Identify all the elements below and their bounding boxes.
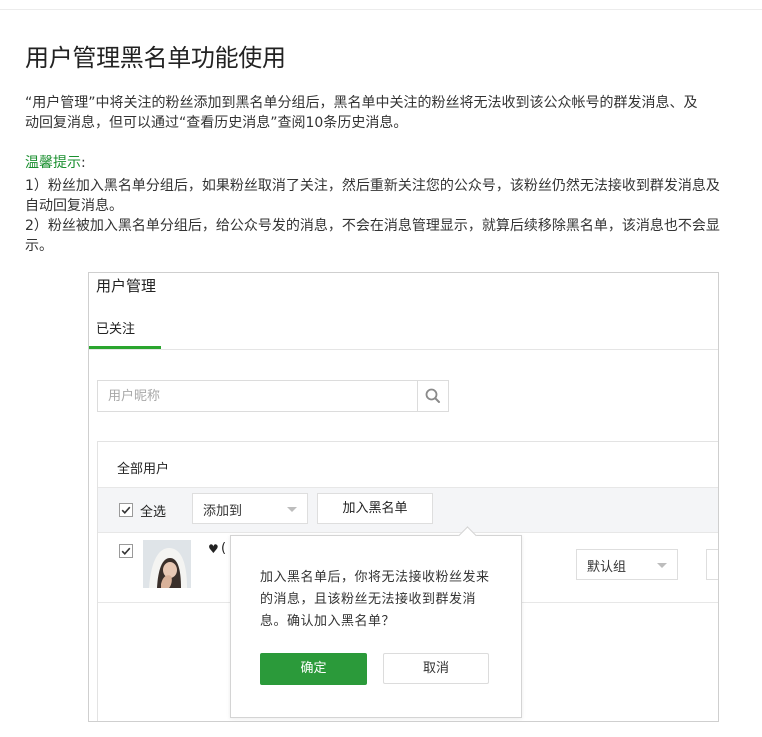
search-input[interactable] [98,381,416,411]
add-to-blacklist-button[interactable]: 加入黑名单 [317,493,433,524]
tip-title: 温馨提示 [25,155,81,171]
chevron-down-icon [657,563,667,568]
group-label: 默认组 [587,560,627,575]
cancel-button[interactable]: 取消 [383,653,489,684]
select-all-label[interactable]: 全选 [140,501,166,520]
search-icon [425,388,440,403]
list-toolbar: 全选 添加到 加入黑名单 [98,487,718,533]
check-icon [121,547,131,555]
user-row-checkbox[interactable] [119,544,133,558]
confirm-button[interactable]: 确定 [260,653,367,685]
nickname-heart: ♥ [208,542,219,556]
select-all-checkbox[interactable] [119,503,133,517]
edit-note-button[interactable]: 修 [706,549,718,580]
tip-2-line-1: 2）粉丝被加入黑名单分组后，给公众号发的消息，不会在消息管理显示，就算后续移除黑… [25,218,720,234]
page-title: 用户管理黑名单功能使用 [25,44,286,72]
tip-heading: 温馨提示: [25,153,86,173]
check-icon [121,506,131,514]
tab-followed[interactable]: 已关注 [96,318,135,337]
search-button[interactable] [417,380,449,412]
chevron-down-icon [287,507,297,512]
popover-message: 加入黑名单后，你将无法接收粉丝发来的消息，且该粉丝无法接收到群发消息。确认加入黑… [260,570,490,629]
search-box [97,380,419,412]
add-to-dropdown[interactable]: 添加到 [192,493,308,524]
intro-paragraph-line-1: “用户管理”中将关注的粉丝添加到黑名单分组后，黑名单中关注的粉丝将无法收到该公众… [25,95,698,111]
add-to-label: 添加到 [203,504,243,519]
avatar[interactable] [143,540,191,588]
section-title: 用户管理 [96,277,157,295]
blacklist-confirm-popover: 加入黑名单后，你将无法接收粉丝发来的消息，且该粉丝无法接收到群发消息。确认加入黑… [230,526,522,718]
tip-1-line-2: 自动回复消息。 [25,198,123,214]
group-dropdown[interactable]: 默认组 [576,549,678,580]
all-users-heading: 全部用户 [117,462,170,477]
nickname-partial: ( [221,541,227,556]
tip-1-line-1: 1）粉丝加入黑名单分组后，如果粉丝取消了关注，然后重新关注您的公众号，该粉丝仍然… [25,178,720,194]
tip-2-line-2: 示。 [25,238,53,254]
top-divider [0,9,762,10]
avatar-image [143,540,191,588]
tab-divider [89,349,718,350]
user-management-screenshot: 用户管理 已关注 全部用户 全选 添加到 加入黑名单 [88,272,719,722]
intro-paragraph-line-2: 动回复消息，但可以通过“查看历史消息”查阅10条历史消息。 [25,115,408,131]
tip-colon: : [81,155,86,171]
